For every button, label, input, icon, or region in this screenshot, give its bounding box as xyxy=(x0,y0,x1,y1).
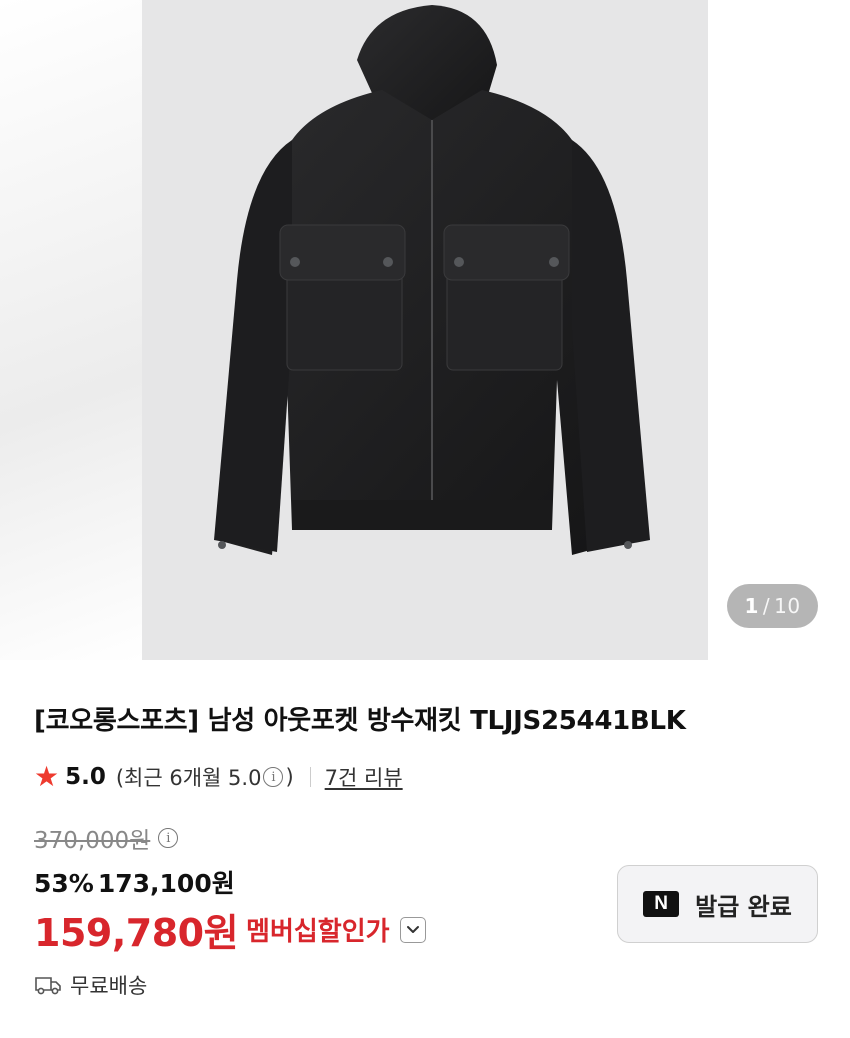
sale-price-row: 53% 173,100원 xyxy=(34,864,235,900)
recent-rating-text: (최근 6개월 5.0 xyxy=(115,766,262,790)
rating-score: 5.0 xyxy=(65,764,106,790)
info-icon[interactable]: i xyxy=(263,767,284,787)
chevron-down-icon[interactable] xyxy=(399,916,426,943)
free-shipping-label: 무료배송 xyxy=(70,974,148,998)
truck-icon xyxy=(35,977,61,995)
review-count-link[interactable]: 7건 리뷰 xyxy=(325,762,403,792)
rating-row: ★ 5.0 (최근 6개월 5.0 i ) 7건 리뷰 xyxy=(34,762,403,792)
shipping-info: 무료배송 xyxy=(34,970,147,1000)
discount-percent: 53% xyxy=(34,869,94,898)
product-title: [코오롱스포츠] 남성 아웃포켓 방수재킷 TLJJS25441BLK xyxy=(34,706,686,736)
recent-rating-close: ) xyxy=(285,765,294,789)
image-counter-separator: / xyxy=(762,594,771,618)
naver-n-icon: N xyxy=(643,891,680,917)
image-counter-current: 1 xyxy=(744,594,759,618)
product-photo[interactable] xyxy=(142,0,708,660)
member-price-label: 멤버십할인가 xyxy=(246,917,390,947)
original-price: 370,000원 xyxy=(34,828,151,854)
image-counter-total: 10 xyxy=(774,594,801,618)
image-counter: 1 / 10 xyxy=(727,584,818,628)
recent-rating: (최근 6개월 5.0 i ) xyxy=(116,762,294,792)
price-info-icon[interactable]: i xyxy=(158,828,179,848)
jacket-image xyxy=(214,5,650,555)
member-price: 159,780원 xyxy=(34,911,239,955)
coupon-issued-button[interactable]: N 발급 완료 xyxy=(617,865,818,943)
member-price-row: 159,780원 멤버십할인가 xyxy=(34,902,426,957)
product-image-gallery[interactable]: 1 / 10 xyxy=(0,0,850,660)
sale-price: 173,100원 xyxy=(97,869,235,898)
coupon-label: 발급 완료 xyxy=(695,892,792,921)
star-icon: ★ xyxy=(34,760,60,793)
original-price-row: 370,000원 i xyxy=(34,821,180,855)
gallery-prev-image-peek xyxy=(0,0,142,660)
divider xyxy=(309,767,311,787)
